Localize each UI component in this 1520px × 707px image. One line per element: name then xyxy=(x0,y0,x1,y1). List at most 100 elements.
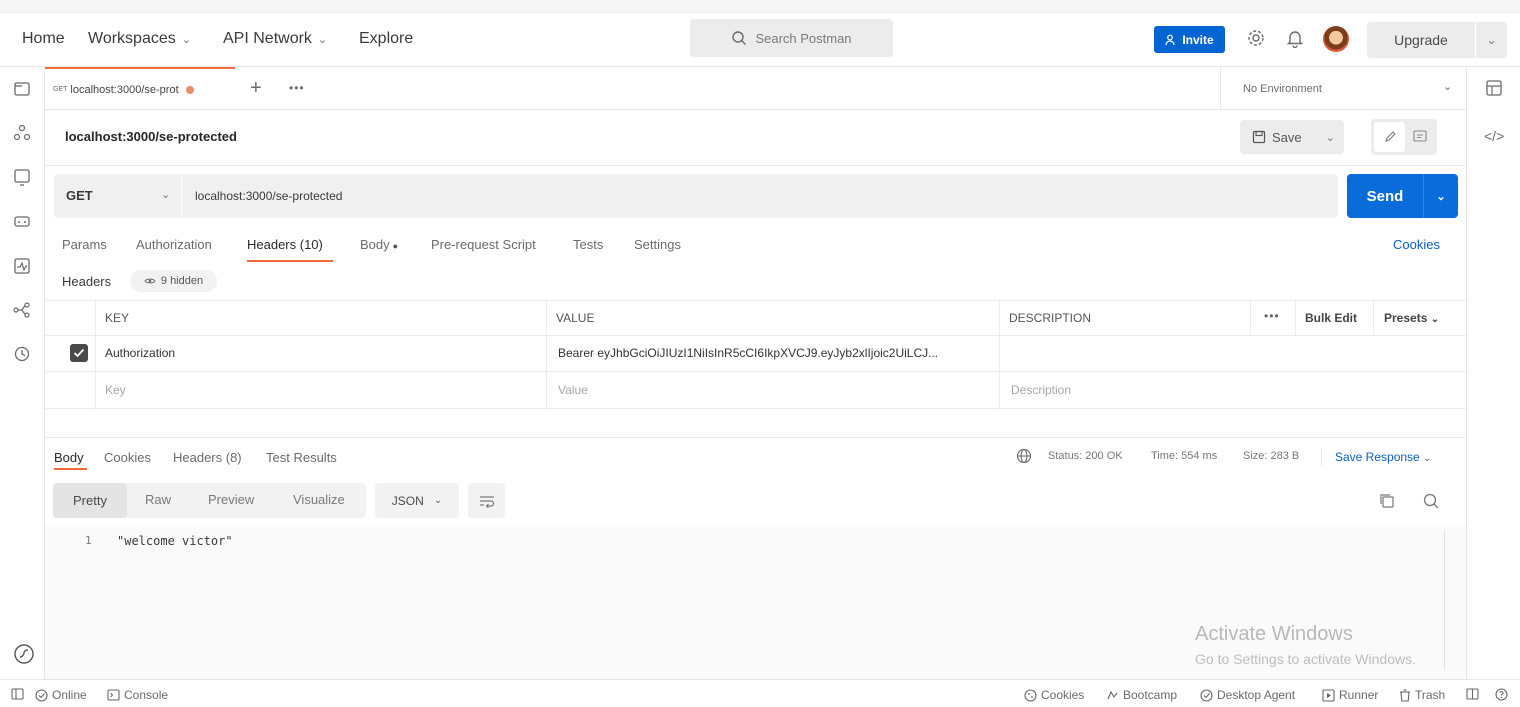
more-tabs-icon[interactable]: ••• xyxy=(289,81,305,95)
url-input[interactable]: localhost:3000/se-protected xyxy=(195,189,342,203)
header-value-cell[interactable]: Bearer eyJhbGciOiJIUzI1NiIsInR5cCI6IkpXV… xyxy=(558,346,998,360)
connect-icon[interactable] xyxy=(12,642,34,664)
tab-body[interactable]: Body ● xyxy=(360,237,398,252)
format-raw[interactable]: Raw xyxy=(145,492,171,507)
chevron-down-icon[interactable]: ⌄ xyxy=(1424,190,1458,203)
language-select[interactable]: JSON ⌄ xyxy=(375,483,459,518)
console-button[interactable]: Console xyxy=(107,688,168,702)
column-divider xyxy=(1295,300,1296,336)
mock-servers-icon[interactable] xyxy=(12,211,32,231)
apis-icon[interactable] xyxy=(12,123,32,143)
bulk-edit-button[interactable]: Bulk Edit xyxy=(1305,311,1357,325)
edit-button[interactable] xyxy=(1374,122,1405,152)
cookies-button[interactable]: Cookies xyxy=(1024,688,1084,702)
nav-home[interactable]: Home xyxy=(22,30,65,48)
format-preview[interactable]: Preview xyxy=(208,492,254,507)
nav-explore[interactable]: Explore xyxy=(359,30,413,48)
wrap-lines-button[interactable] xyxy=(468,483,505,518)
response-time[interactable]: Time: 554 ms xyxy=(1151,450,1217,462)
trash-icon xyxy=(1400,688,1410,702)
cookies-link[interactable]: Cookies xyxy=(1393,237,1440,252)
bootcamp-button[interactable]: Bootcamp xyxy=(1106,688,1177,702)
tab-authorization[interactable]: Authorization xyxy=(136,237,212,252)
runner-button[interactable]: Runner xyxy=(1322,688,1378,702)
collections-icon[interactable] xyxy=(12,79,32,99)
right-sidebar: </> xyxy=(1466,67,1520,679)
notifications-button[interactable] xyxy=(1286,28,1304,48)
send-button[interactable]: Send ⌄ xyxy=(1347,174,1458,218)
invite-button[interactable]: Invite xyxy=(1154,26,1225,53)
monitors-icon[interactable] xyxy=(12,256,32,276)
new-description-input[interactable]: Description xyxy=(1011,383,1071,397)
environment-quick-look-icon[interactable] xyxy=(1485,79,1503,97)
tab-pre-request-script[interactable]: Pre-request Script xyxy=(431,237,536,252)
tab-params[interactable]: Params xyxy=(62,237,107,252)
new-tab-icon[interactable]: + xyxy=(250,77,262,100)
search-input[interactable]: Search Postman xyxy=(690,19,893,57)
copy-icon xyxy=(1380,494,1394,508)
hidden-headers-toggle[interactable]: 9 hidden xyxy=(130,270,217,292)
request-title[interactable]: localhost:3000/se-protected xyxy=(65,129,237,144)
activation-watermark-subtitle: Go to Settings to activate Windows. xyxy=(1195,651,1416,667)
response-tab-test-results[interactable]: Test Results xyxy=(266,450,337,465)
desktop-agent-button[interactable]: Desktop Agent xyxy=(1200,688,1295,702)
chevron-down-icon: ⌄ xyxy=(433,495,443,506)
comment-button[interactable] xyxy=(1412,129,1428,145)
environment-select[interactable]: No Environment ⌄ xyxy=(1220,67,1466,110)
response-tab-body[interactable]: Body xyxy=(54,450,84,465)
check-circle-icon xyxy=(35,688,48,702)
save-button[interactable]: Save ⌄ xyxy=(1240,120,1344,154)
response-tab-cookies[interactable]: Cookies xyxy=(104,450,151,465)
format-visualize[interactable]: Visualize xyxy=(293,492,345,507)
globe-icon[interactable] xyxy=(1016,448,1032,464)
status-code[interactable]: Status: 200 OK xyxy=(1048,450,1123,462)
chevron-down-icon[interactable]: ⌄ xyxy=(1476,33,1507,47)
settings-button[interactable] xyxy=(1246,28,1266,48)
flows-icon[interactable] xyxy=(12,300,32,320)
unsaved-dot-icon xyxy=(185,85,194,94)
toggle-sidebar-button[interactable] xyxy=(11,688,24,700)
avatar[interactable] xyxy=(1323,26,1349,52)
response-size[interactable]: Size: 283 B xyxy=(1243,450,1299,462)
add-user-icon xyxy=(1165,34,1175,45)
format-pretty[interactable]: Pretty xyxy=(53,483,127,518)
two-pane-button[interactable] xyxy=(1466,688,1479,700)
left-sidebar xyxy=(0,67,45,679)
new-value-input[interactable]: Value xyxy=(558,383,588,397)
save-label: Save xyxy=(1272,129,1302,145)
method-select[interactable]: GET xyxy=(66,188,93,203)
copy-button[interactable] xyxy=(1378,492,1396,510)
save-response-button[interactable]: Save Response ⌄ xyxy=(1335,450,1431,464)
wrap-icon xyxy=(479,495,494,508)
response-tab-headers[interactable]: Headers (8) xyxy=(173,450,242,465)
eye-icon xyxy=(144,278,156,284)
more-options-icon[interactable]: ••• xyxy=(1264,309,1280,323)
header-enabled-checkbox[interactable] xyxy=(70,344,88,362)
send-label: Send xyxy=(1366,187,1404,205)
nav-api-network[interactable]: API Network ⌄ xyxy=(223,30,327,48)
request-tab[interactable]: GET localhost:3000/se-prot xyxy=(45,67,235,110)
edit-view-toggle xyxy=(1371,119,1437,155)
scrollbar[interactable] xyxy=(1444,530,1445,670)
help-button[interactable] xyxy=(1495,688,1508,701)
activation-watermark-title: Activate Windows xyxy=(1195,623,1353,645)
pencil-icon xyxy=(1384,131,1396,142)
trash-button[interactable]: Trash xyxy=(1399,688,1445,702)
tab-tests[interactable]: Tests xyxy=(573,237,603,252)
environments-icon[interactable] xyxy=(12,167,32,187)
nav-workspaces[interactable]: Workspaces ⌄ xyxy=(88,30,191,48)
chevron-down-icon[interactable]: ⌄ xyxy=(161,188,170,201)
upgrade-button[interactable]: Upgrade ⌄ xyxy=(1367,22,1507,58)
tab-settings[interactable]: Settings xyxy=(634,237,681,252)
code-icon[interactable]: </> xyxy=(1484,128,1504,144)
upgrade-label: Upgrade xyxy=(1394,32,1448,48)
online-status[interactable]: Online xyxy=(35,688,87,702)
history-icon[interactable] xyxy=(12,344,32,364)
search-response-button[interactable] xyxy=(1422,492,1440,510)
header-key-cell[interactable]: Authorization xyxy=(105,346,175,360)
tab-headers[interactable]: Headers (10) xyxy=(247,237,323,252)
tab-method: GET xyxy=(53,86,68,93)
invite-label: Invite xyxy=(1182,32,1214,47)
presets-dropdown[interactable]: Presets ⌄ xyxy=(1384,311,1439,325)
new-key-input[interactable]: Key xyxy=(105,383,126,397)
